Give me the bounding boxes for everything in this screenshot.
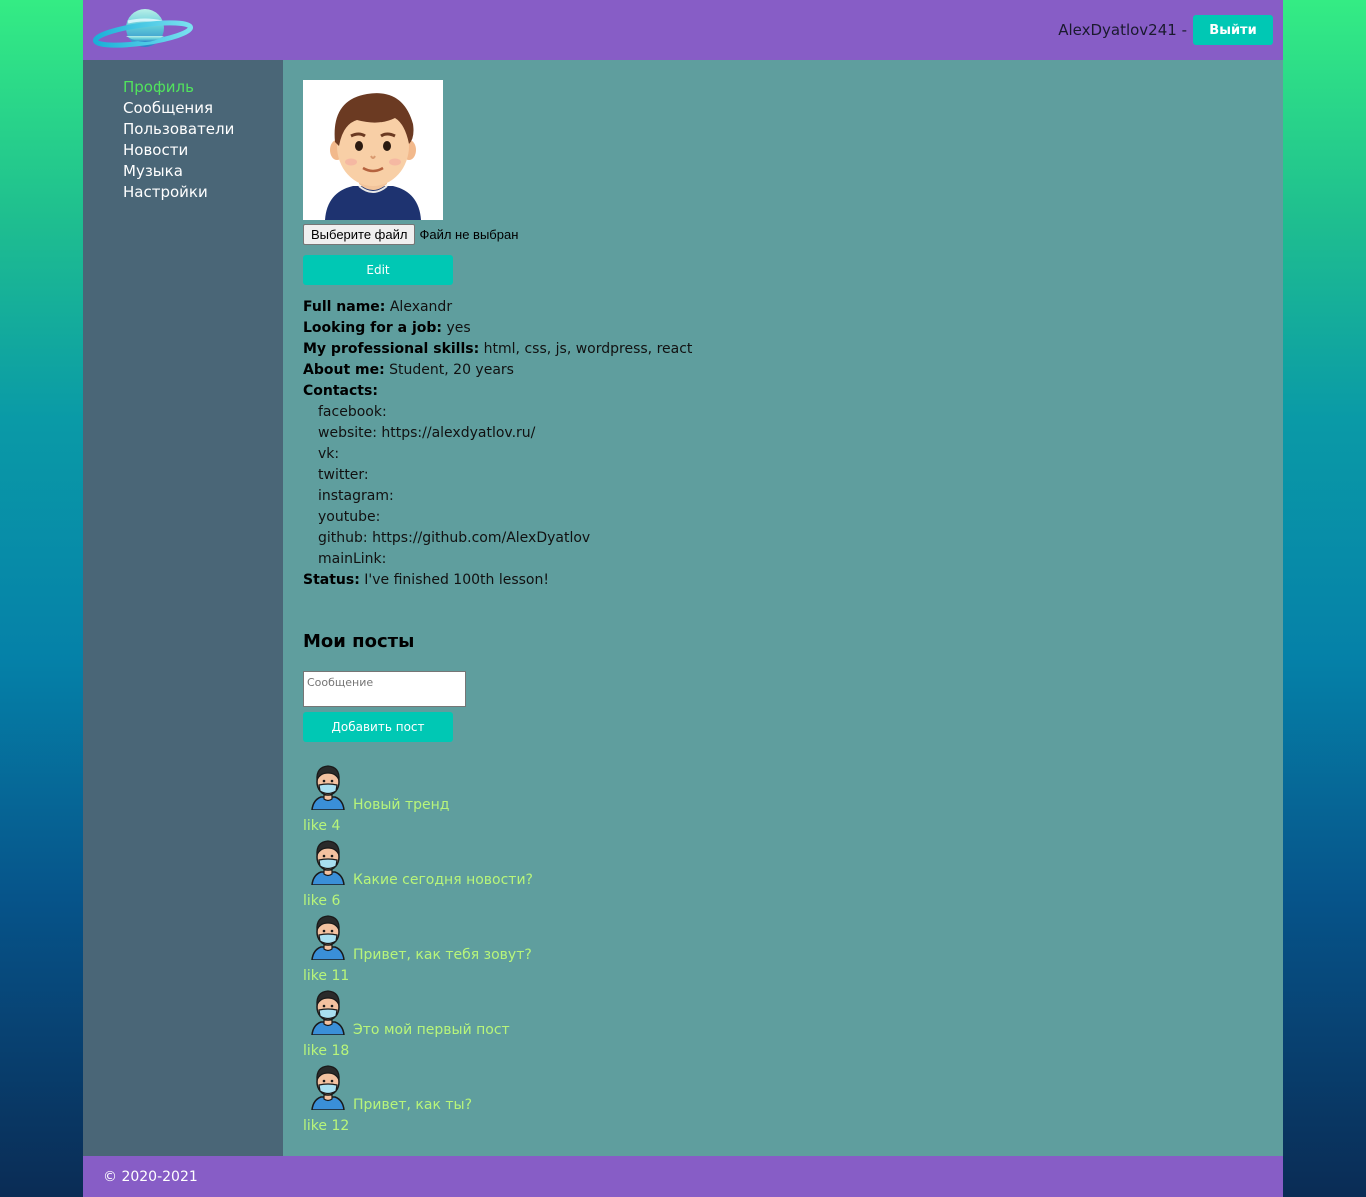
header: AlexDyatlov241 - Выйти	[83, 0, 1283, 60]
posts-list: Новый тренд like 4 Какие сегодня новости…	[303, 762, 1283, 1137]
post-item: Новый тренд like 4	[303, 762, 1283, 837]
file-upload: Выберите файл Файл не выбран	[303, 224, 1283, 245]
my-posts-title: Мои посты	[303, 631, 415, 652]
contact-twitter: twitter:	[318, 467, 369, 483]
post-like-count[interactable]: like 6	[303, 891, 340, 911]
sidebar-item-users[interactable]: Пользователи	[123, 119, 283, 140]
sidebar-item-settings[interactable]: Настройки	[123, 182, 283, 203]
masked-user-avatar-icon	[311, 915, 345, 960]
add-post-button[interactable]: Добавить пост	[303, 712, 453, 742]
profile-avatar-icon	[303, 80, 443, 220]
post-item: Это мой первый пост like 18	[303, 987, 1283, 1062]
footer: © 2020-2021	[83, 1156, 1283, 1197]
contact-mainlink: mainLink:	[318, 551, 387, 567]
sidebar-item-music[interactable]: Музыка	[123, 161, 283, 182]
app: AlexDyatlov241 - Выйти Профиль Сообщения…	[83, 0, 1283, 1197]
post-like-count[interactable]: like 12	[303, 1116, 349, 1136]
about-label: About me:	[303, 362, 385, 378]
profile-info: Full name: Alexandr Looking for a job: y…	[303, 297, 1283, 591]
full-name-row: Full name: Alexandr	[303, 297, 1283, 318]
contact-instagram: instagram:	[318, 488, 394, 504]
post-item: Какие сегодня новости? like 6	[303, 837, 1283, 912]
masked-user-avatar-icon	[311, 840, 345, 885]
login-block: AlexDyatlov241 - Выйти	[1058, 15, 1273, 45]
post-text: Это мой первый пост	[353, 1022, 510, 1038]
contact-vk: vk:	[318, 446, 340, 462]
planet-logo-icon[interactable]	[93, 8, 193, 54]
about-value: Student, 20 years	[389, 362, 514, 378]
masked-user-avatar-icon	[311, 765, 345, 810]
post-like-count[interactable]: like 18	[303, 1041, 349, 1061]
file-status: Файл не выбран	[419, 227, 519, 242]
skills-value: html, css, js, wordpress, react	[483, 341, 693, 357]
contact-website: website: https://alexdyatlov.ru/	[318, 425, 536, 441]
skills-row: My professional skills: html, css, js, w…	[303, 339, 1283, 360]
job-label: Looking for a job:	[303, 320, 442, 336]
full-name-label: Full name:	[303, 299, 386, 315]
status-value[interactable]: I've finished 100th lesson!	[364, 572, 549, 588]
full-name-value: Alexandr	[389, 299, 453, 315]
post-message-input[interactable]: Сообщение	[303, 671, 466, 707]
post-like-count[interactable]: like 4	[303, 816, 340, 836]
login-username: AlexDyatlov241 -	[1058, 21, 1187, 39]
sidebar: Профиль Сообщения Пользователи Новости М…	[83, 60, 283, 1156]
edit-profile-button[interactable]: Edit	[303, 255, 453, 285]
logout-button[interactable]: Выйти	[1193, 15, 1273, 45]
contacts-label: Contacts:	[303, 383, 378, 399]
about-row: About me: Student, 20 years	[303, 360, 1283, 381]
post-item: Привет, как ты? like 12	[303, 1062, 1283, 1137]
job-value: yes	[446, 320, 471, 336]
contacts-row: Contacts:	[303, 381, 1283, 402]
post-text: Привет, как ты?	[353, 1097, 473, 1113]
contact-youtube: youtube:	[318, 509, 381, 525]
sidebar-item-profile[interactable]: Профиль	[123, 77, 283, 98]
choose-file-button[interactable]: Выберите файл	[303, 224, 416, 245]
skills-label: My professional skills:	[303, 341, 480, 357]
contact-github: github: https://github.com/AlexDyatlov	[318, 530, 591, 546]
masked-user-avatar-icon	[311, 990, 345, 1035]
post-text: Новый тренд	[353, 797, 450, 813]
status-row: Status: I've finished 100th lesson!	[303, 570, 1283, 591]
profile-avatar	[303, 80, 443, 220]
sidebar-item-messages[interactable]: Сообщения	[123, 98, 283, 119]
copyright-text: © 2020-2021	[103, 1168, 198, 1185]
contact-facebook: facebook:	[318, 404, 387, 420]
masked-user-avatar-icon	[311, 1065, 345, 1110]
post-item: Привет, как тебя зовут? like 11	[303, 912, 1283, 987]
post-text: Привет, как тебя зовут?	[353, 947, 532, 963]
profile-content: Выберите файл Файл не выбран Edit Full n…	[283, 60, 1283, 1156]
job-row: Looking for a job: yes	[303, 318, 1283, 339]
post-text: Какие сегодня новости?	[353, 872, 533, 888]
post-like-count[interactable]: like 11	[303, 966, 349, 986]
status-label: Status:	[303, 572, 360, 588]
sidebar-item-news[interactable]: Новости	[123, 140, 283, 161]
